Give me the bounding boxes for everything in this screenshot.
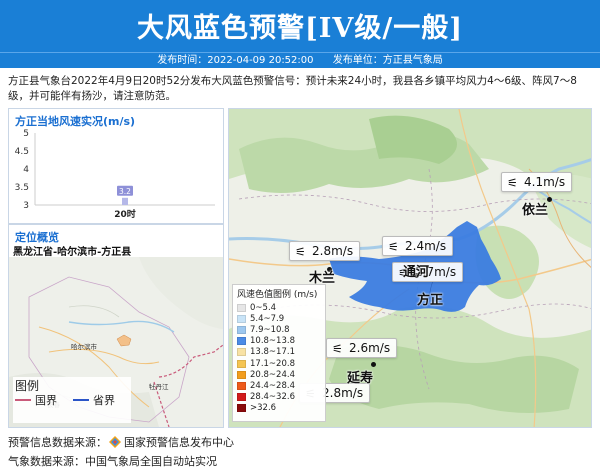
place-yilan: 依兰	[522, 203, 549, 218]
wind-flag-icon: ⚟	[507, 176, 518, 190]
station-tonghe-north[interactable]: ⚟ 2.4m/s	[382, 236, 454, 256]
wind-speed-panel: 方正当地风速实况(m/s) 5 4.5 4 3.5 3 3.2 20时	[8, 108, 224, 224]
legend-label: 10.8~13.8	[250, 336, 295, 347]
left-panel: 方正当地风速实况(m/s) 5 4.5 4 3.5 3 3.2 20时 定位概览 黑龙江…	[8, 108, 224, 428]
legend-swatch	[237, 370, 246, 379]
publish-time: 发布时间：2022-04-09 20:52:00	[157, 55, 314, 66]
legend-label: 20.8~24.4	[250, 369, 295, 380]
x-tick-label: 20时	[114, 208, 136, 220]
weather-source: 气象数据来源：中国气象局全国自动站实况	[8, 455, 217, 468]
legend-label: 28.4~32.6	[250, 392, 295, 403]
station-mulan[interactable]: ⚟ 2.8m/s	[289, 241, 361, 261]
legend-swatch	[237, 303, 246, 312]
y-tick-label: 4.5	[15, 147, 29, 157]
warning-header: 大风蓝色预警[IV级/一般]	[0, 0, 600, 52]
legend-swatch	[237, 348, 246, 357]
legend-item: 20.8~24.4	[233, 369, 325, 380]
provincial-border-label: 省界	[93, 394, 115, 407]
city-harbin: 哈尔滨市	[71, 342, 98, 351]
publish-unit: 发布单位：方正县气象局	[332, 55, 443, 66]
place-yanshou: 延寿	[347, 371, 374, 386]
overview-legend: 图例 国界 省界	[13, 377, 131, 423]
legend-item: 17.1~20.8	[233, 358, 325, 369]
legend-label: >32.6	[250, 403, 277, 414]
legend-label: 5.4~7.9	[250, 313, 285, 324]
warning-title: 大风蓝色预警[IV级/一般]	[137, 13, 463, 44]
legend-item: 24.4~28.4	[233, 380, 325, 391]
place-tonghe: 通河	[403, 265, 430, 280]
publish-info-bar: 发布时间：2022-04-09 20:52:00 发布单位：方正县气象局	[0, 52, 600, 68]
wind-flag-icon: ⚟	[295, 245, 306, 259]
legend-swatch	[237, 337, 246, 346]
station-yanshou[interactable]: ⚟ 2.6m/s	[326, 338, 398, 358]
city-mudanjiang: 牡丹江	[149, 382, 169, 391]
wind-speed-legend: 风速色值图例 (m/s) 0~5.4 5.4~7.9 7.9~10.8 10.8~13…	[232, 284, 326, 422]
wind-speed-chart: 5 4.5 4 3.5 3 3.2 20时	[15, 129, 215, 220]
provincial-border-swatch	[73, 399, 89, 401]
legend-label: 0~5.4	[250, 302, 277, 313]
y-tick-label: 5	[23, 129, 29, 139]
legend-label: 24.4~28.4	[250, 380, 295, 391]
legend-item: 7.9~10.8	[233, 324, 325, 335]
legend-title: 风速色值图例 (m/s)	[237, 290, 318, 300]
location-path: 黑龙江省-哈尔滨市-方正县	[13, 247, 132, 258]
national-border-swatch	[15, 399, 31, 401]
warning-center-logo-icon	[109, 436, 121, 448]
legend-label: 17.1~20.8	[250, 358, 295, 369]
wind-bar	[122, 197, 128, 205]
warning-summary: 方正县气象台2022年4月9日20时52分发布大风蓝色预警信号：预计未来24小时…	[8, 75, 577, 102]
legend-item: 0~5.4	[233, 302, 325, 313]
legend-label: 7.9~10.8	[250, 324, 290, 335]
data-label: 3.2	[119, 187, 131, 196]
legend-item: 13.8~17.1	[233, 347, 325, 358]
warning-source: 预警信息数据来源： 国家预警信息发布中心	[8, 436, 234, 449]
place-fangzheng: 方正	[417, 293, 444, 308]
legend-item: >32.6	[233, 403, 325, 414]
legend-item: 5.4~7.9	[233, 313, 325, 324]
legend-item: 10.8~13.8	[233, 336, 325, 347]
location-overview-panel: 定位概览 黑龙江省-哈尔滨市-方正县 哈尔滨市 牡丹江 长春 图例 国界 省界	[8, 224, 224, 428]
legend-swatch	[237, 404, 246, 413]
y-tick-label: 4	[23, 165, 29, 175]
y-tick-label: 3.5	[15, 183, 29, 193]
legend-swatch	[237, 381, 246, 390]
legend-swatch	[237, 359, 246, 368]
wind-flag-icon: ⚟	[332, 342, 343, 356]
legend-label: 13.8~17.1	[250, 347, 295, 358]
legend-item: 28.4~32.6	[233, 392, 325, 403]
legend-swatch	[237, 325, 246, 334]
station-yilan[interactable]: ⚟ 4.1m/s	[501, 172, 573, 192]
national-border-label: 国界	[35, 394, 57, 407]
legend-swatch	[237, 314, 246, 323]
legend-swatch	[237, 393, 246, 402]
y-tick-label: 3	[23, 201, 29, 211]
wind-flag-icon: ⚟	[388, 240, 399, 254]
